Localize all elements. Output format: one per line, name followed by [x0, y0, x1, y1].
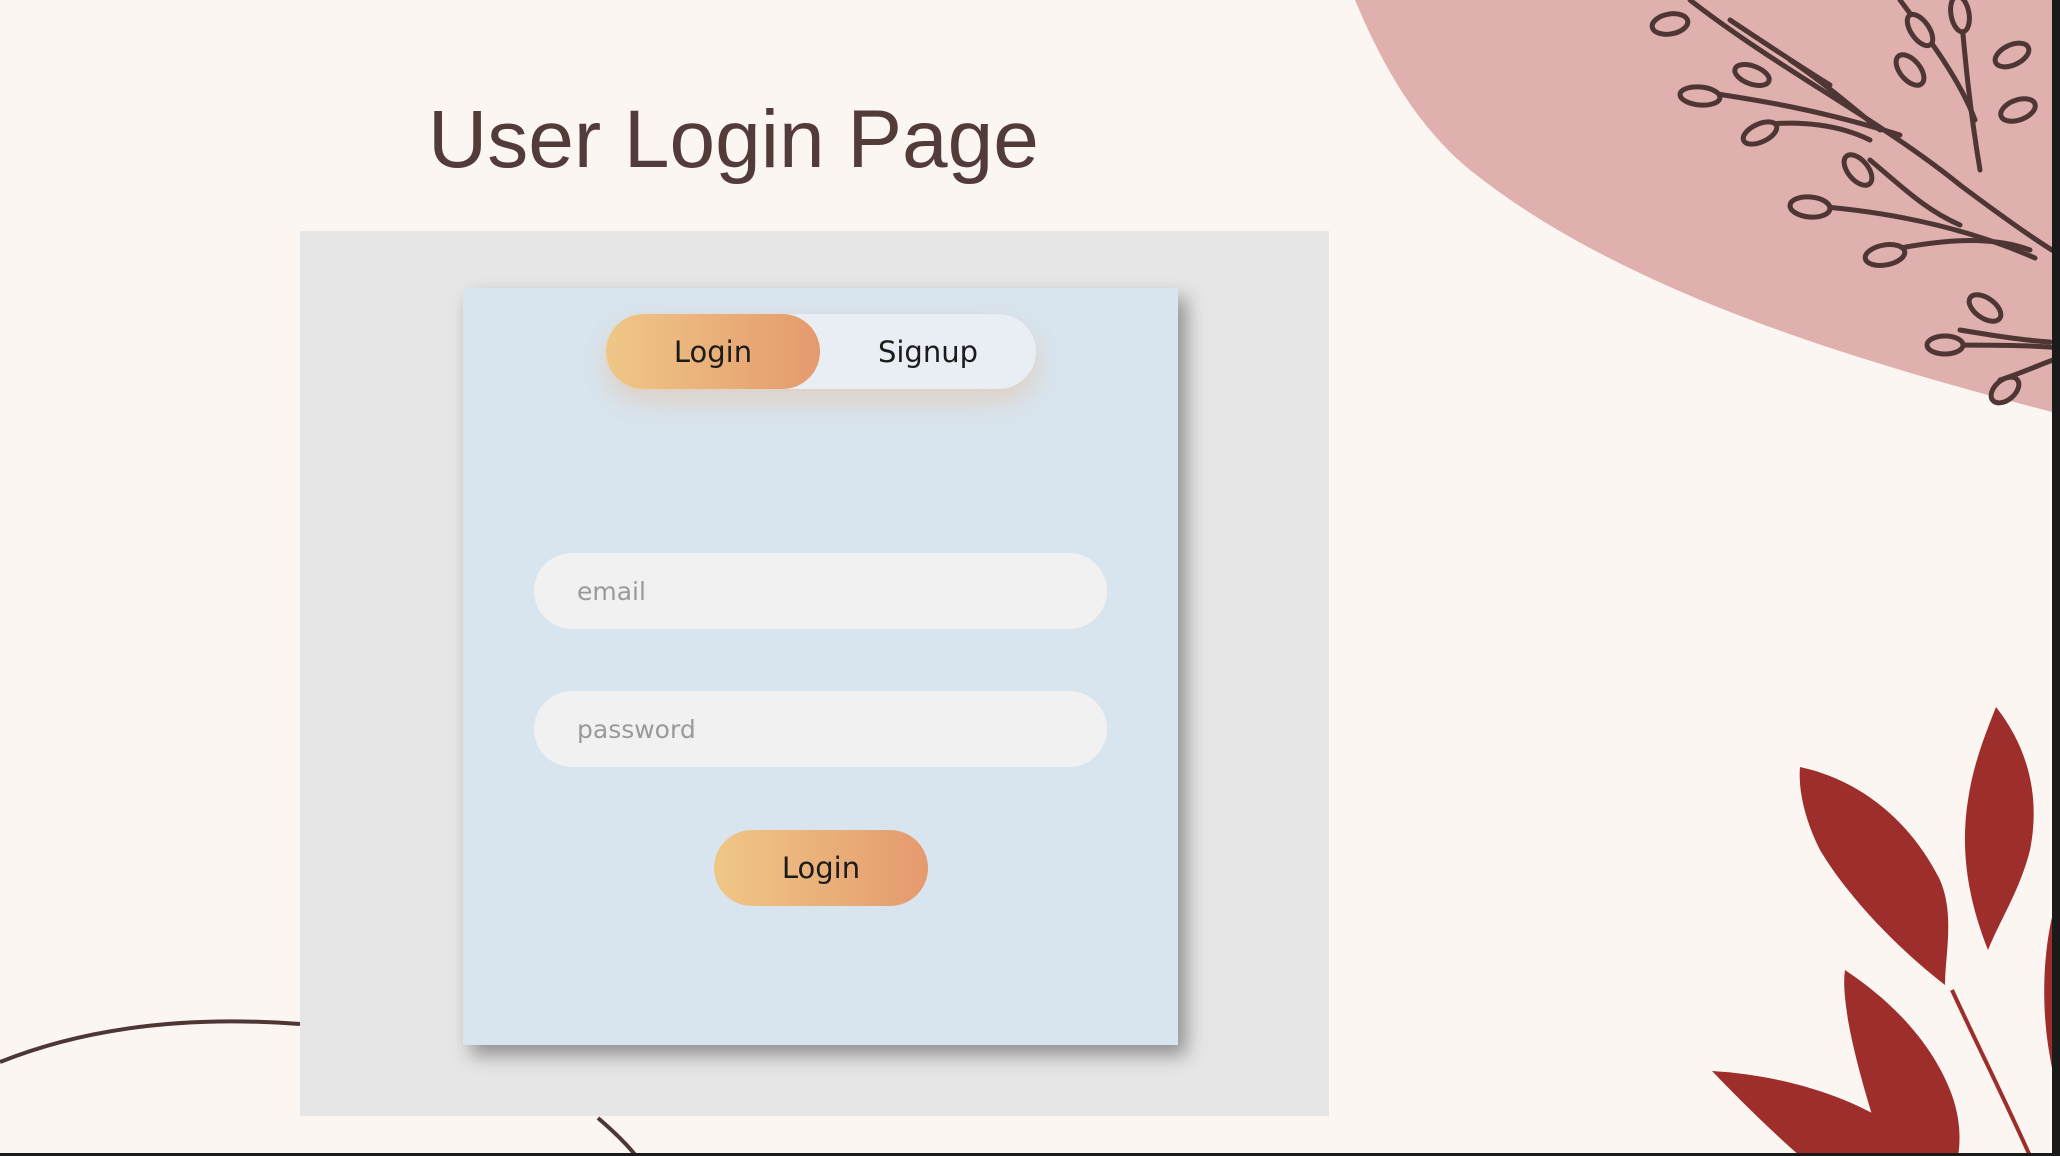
leaf	[1712, 1071, 1926, 1156]
leaf	[1844, 970, 1960, 1156]
red-leaves	[1712, 707, 2060, 1156]
login-card: Login Signup Login	[463, 288, 1178, 1045]
pink-blob	[1355, 0, 2060, 414]
login-button[interactable]: Login	[714, 830, 928, 906]
branch-illustration	[1687, 0, 2060, 383]
tab-login[interactable]: Login	[606, 314, 820, 389]
email-field[interactable]	[534, 553, 1107, 629]
tab-signup[interactable]: Signup	[820, 314, 1036, 389]
slide: User Login Page Login Signup Login	[0, 0, 2060, 1156]
curve-line	[0, 1019, 301, 1064]
curve-line	[596, 1116, 638, 1156]
leaf	[2044, 890, 2060, 1100]
leaf	[1964, 707, 2034, 950]
page-title: User Login Page	[428, 94, 1039, 185]
right-edge	[2052, 0, 2060, 1156]
password-field[interactable]	[534, 691, 1107, 767]
leaf	[1799, 767, 1949, 985]
auth-mode-toggle: Login Signup	[606, 314, 1036, 389]
branch-buds	[1649, 0, 2038, 406]
leaf-stem	[1950, 989, 2032, 1156]
